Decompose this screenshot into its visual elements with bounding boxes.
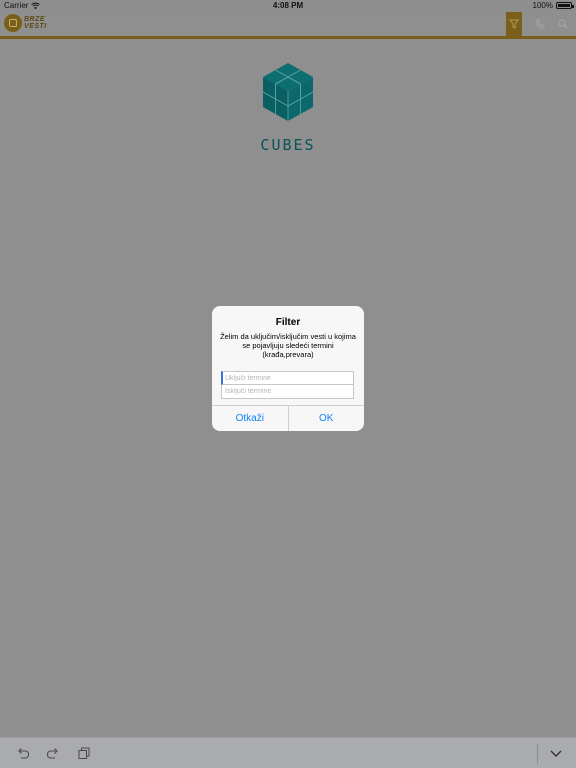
status-bar: Carrier 4:08 PM 100%: [0, 0, 576, 12]
phone-button[interactable]: [530, 12, 550, 36]
paste-button[interactable]: [75, 744, 93, 762]
brand: CUBES: [0, 62, 576, 154]
logo-badge-icon: [4, 14, 22, 32]
include-terms-input[interactable]: [221, 371, 354, 385]
app-header: BRZE VESTI: [0, 12, 576, 39]
phone-icon: [535, 19, 545, 29]
status-time: 4:08 PM: [272, 1, 304, 10]
dialog-fields: [221, 371, 354, 399]
battery-icon: [556, 2, 574, 9]
header-actions: [506, 12, 576, 36]
cancel-button[interactable]: Otkaži: [212, 406, 288, 431]
keyboard-dismiss-icon: [550, 750, 562, 757]
filter-dialog: Filter Želim da uključim/isključim vesti…: [212, 306, 364, 431]
logo-line1: BRZE: [24, 16, 46, 23]
undo-button[interactable]: [14, 744, 32, 762]
keyboard-shortcut-bar: [0, 737, 576, 768]
undo-icon: [18, 748, 30, 759]
redo-icon: [46, 748, 58, 759]
brand-name: CUBES: [260, 136, 316, 154]
filter-button[interactable]: [506, 12, 522, 36]
logo-line2: VESTI: [24, 23, 47, 30]
filter-icon: [509, 19, 519, 29]
exclude-terms-input[interactable]: [221, 385, 354, 399]
dialog-buttons: Otkaži OK: [212, 405, 364, 431]
dismiss-keyboard-button[interactable]: [547, 744, 565, 762]
search-button[interactable]: [553, 12, 573, 36]
app-logo[interactable]: BRZE VESTI: [4, 14, 47, 32]
redo-button[interactable]: [44, 744, 62, 762]
cubes-logo-icon: [262, 63, 314, 121]
battery-percent: 100%: [532, 1, 553, 10]
dialog-message: Želim da uključim/isključim vesti u koji…: [220, 332, 356, 359]
search-icon: [558, 19, 568, 29]
ok-button[interactable]: OK: [287, 406, 365, 431]
battery-group: 100%: [532, 1, 574, 10]
toolbar-divider: [537, 744, 538, 764]
clipboard-icon: [78, 747, 90, 759]
dialog-title: Filter: [275, 317, 301, 328]
logo-text: BRZE VESTI: [24, 16, 47, 30]
